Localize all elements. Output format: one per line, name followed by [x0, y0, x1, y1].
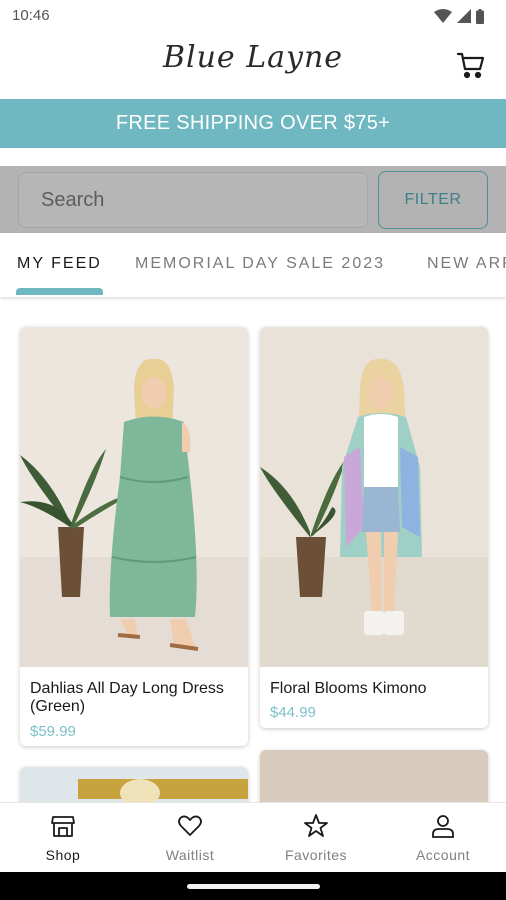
system-gesture-bar — [0, 872, 506, 900]
tab-memorial-day-sale[interactable]: MEMORIAL DAY SALE 2023 — [135, 255, 385, 273]
signal-icon — [457, 9, 471, 23]
product-card[interactable]: Dahlias All Day Long Dress (Green) $59.9… — [20, 327, 248, 746]
star-icon — [304, 814, 328, 837]
tab-new-arrivals[interactable]: NEW ARRIVALS — [427, 255, 506, 273]
search-bar: Search FILTER — [0, 166, 506, 233]
status-bar: 10:46 — [0, 0, 506, 32]
product-name[interactable]: Dahlias All Day Long Dress (Green) — [30, 680, 244, 716]
category-tabs: MY FEED MEMORIAL DAY SALE 2023 NEW ARRIV… — [0, 233, 506, 297]
promo-banner[interactable]: FREE SHIPPING OVER $75+ — [0, 99, 506, 148]
filter-button[interactable]: FILTER — [378, 171, 488, 229]
product-name[interactable]: Floral Blooms Kimono — [270, 680, 484, 698]
product-card[interactable]: Floral Blooms Kimono $44.99 — [260, 327, 488, 728]
search-input[interactable]: Search — [18, 172, 368, 228]
app-header: Blue Layne — [0, 32, 506, 100]
cart-button[interactable] — [456, 50, 486, 80]
nav-shop[interactable]: Shop — [0, 803, 126, 873]
product-image[interactable] — [260, 327, 488, 667]
nav-waitlist[interactable]: Waitlist — [127, 803, 253, 873]
status-time: 10:46 — [12, 7, 50, 24]
nav-label: Account — [415, 847, 471, 863]
person-icon — [432, 815, 454, 838]
bottom-nav: Shop Waitlist Favorites Account — [0, 802, 506, 872]
active-tab-indicator — [16, 288, 103, 295]
wifi-icon — [434, 9, 452, 23]
status-icons — [434, 8, 484, 24]
nav-favorites[interactable]: Favorites — [253, 803, 379, 873]
product-price: $59.99 — [30, 723, 76, 740]
product-price: $44.99 — [270, 704, 316, 721]
cart-icon — [456, 52, 485, 79]
home-gesture-handle[interactable] — [187, 884, 320, 889]
brand-logo[interactable]: Blue Layne — [0, 40, 506, 75]
nav-label: Favorites — [284, 847, 348, 863]
nav-label: Waitlist — [165, 847, 215, 863]
shop-icon — [51, 816, 75, 837]
heart-icon — [178, 815, 202, 836]
product-image[interactable] — [20, 327, 248, 667]
nav-account[interactable]: Account — [380, 803, 506, 873]
nav-label: Shop — [45, 847, 81, 863]
battery-icon — [476, 8, 484, 24]
tab-my-feed[interactable]: MY FEED — [17, 255, 102, 273]
